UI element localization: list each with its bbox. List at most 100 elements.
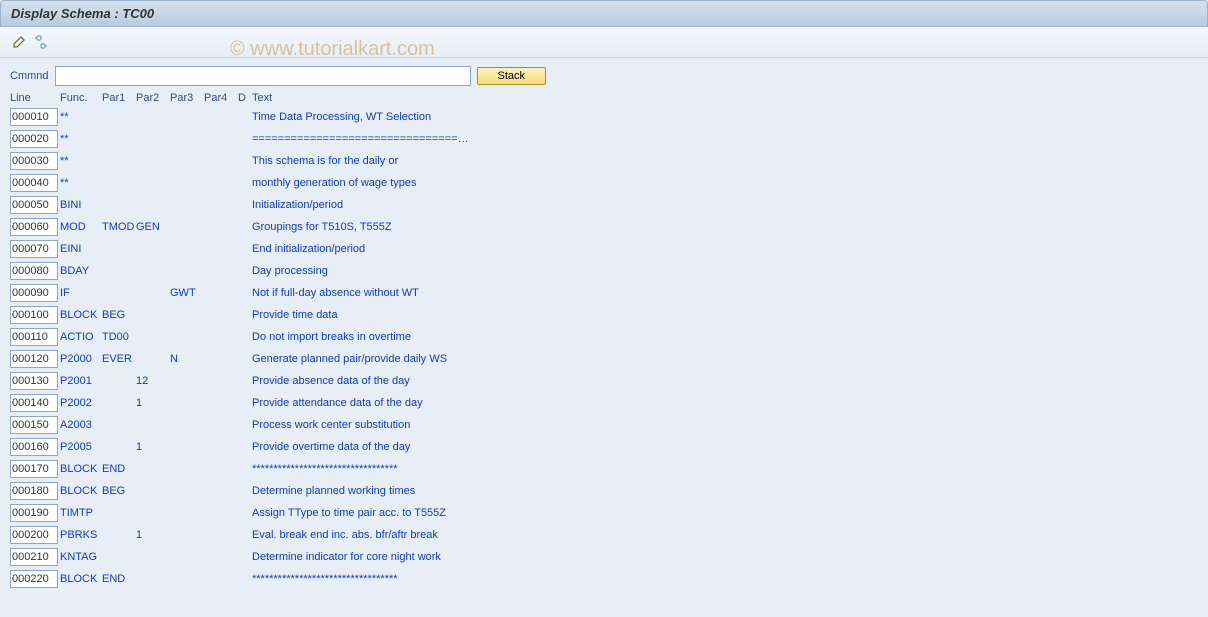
text-cell[interactable]: ********************************** [252,573,1198,585]
func-cell[interactable]: BLOCK [60,309,102,321]
line-input[interactable] [10,394,58,412]
text-cell[interactable]: Provide attendance data of the day [252,397,1198,409]
display-icon[interactable] [32,33,50,51]
line-input[interactable] [10,372,58,390]
text-cell[interactable]: Determine indicator for core night work [252,551,1198,563]
par3-cell[interactable]: N [170,353,204,365]
text-cell[interactable]: Groupings for T510S, T555Z [252,221,1198,233]
text-cell[interactable]: Provide absence data of the day [252,375,1198,387]
text-cell[interactable]: Not if full-day absence without WT [252,287,1198,299]
text-cell[interactable]: Determine planned working times [252,485,1198,497]
line-input[interactable] [10,526,58,544]
par2-cell[interactable]: 12 [136,375,170,387]
func-cell[interactable]: ** [60,133,102,145]
line-input[interactable] [10,416,58,434]
line-input[interactable] [10,438,58,456]
line-input[interactable] [10,152,58,170]
line-input[interactable] [10,108,58,126]
func-cell[interactable]: ** [60,155,102,167]
par2-cell[interactable]: 1 [136,397,170,409]
func-cell[interactable]: EINI [60,243,102,255]
text-cell[interactable]: End initialization/period [252,243,1198,255]
title-bar: Display Schema : TC00 [0,0,1208,27]
line-input[interactable] [10,284,58,302]
par1-cell[interactable]: END [102,463,136,475]
text-cell[interactable]: Day processing [252,265,1198,277]
line-input[interactable] [10,328,58,346]
line-input[interactable] [10,262,58,280]
line-input[interactable] [10,196,58,214]
par2-cell[interactable]: GEN [136,221,170,233]
table-row: MODTMODGEN Groupings for T510S, T555Z [10,216,1198,238]
func-cell[interactable]: ** [60,111,102,123]
table-row: P2000EVER N Generate planned pair/provide … [10,348,1198,370]
line-input[interactable] [10,548,58,566]
text-cell[interactable]: ********************************** [252,463,1198,475]
par1-cell[interactable]: BEG [102,485,136,497]
text-cell[interactable]: Assign TType to time pair acc. to T555Z [252,507,1198,519]
func-cell[interactable]: P2000 [60,353,102,365]
func-cell[interactable]: BINI [60,199,102,211]
func-cell[interactable]: A2003 [60,419,102,431]
line-cell [10,306,60,324]
line-input[interactable] [10,570,58,588]
func-cell[interactable]: P2005 [60,441,102,453]
table-row: BINI Initialization/period [10,194,1198,216]
table-row: ** This schema is for the daily or [10,150,1198,172]
par2-cell[interactable]: 1 [136,441,170,453]
line-input[interactable] [10,482,58,500]
line-input[interactable] [10,174,58,192]
line-input[interactable] [10,460,58,478]
line-input[interactable] [10,130,58,148]
stack-button[interactable]: Stack [477,67,547,85]
text-cell[interactable]: Initialization/period [252,199,1198,211]
page-title: Display Schema : TC00 [11,6,154,21]
text-cell[interactable]: Eval. break end inc. abs. bfr/aftr break [252,529,1198,541]
header-text: Text [252,92,1198,104]
par1-cell[interactable]: TD00 [102,331,136,343]
table-row: PBRKS 1 Eval. break end inc. abs. bfr/aftr… [10,524,1198,546]
text-cell[interactable]: This schema is for the daily or [252,155,1198,167]
par1-cell[interactable]: EVER [102,353,136,365]
toolbar [0,27,1208,58]
func-cell[interactable]: BLOCK [60,463,102,475]
line-input[interactable] [10,306,58,324]
text-cell[interactable]: monthly generation of wage types [252,177,1198,189]
text-cell[interactable]: Provide time data [252,309,1198,321]
par1-cell[interactable]: END [102,573,136,585]
func-cell[interactable]: ** [60,177,102,189]
func-cell[interactable]: IF [60,287,102,299]
par2-cell[interactable]: 1 [136,529,170,541]
func-cell[interactable]: BLOCK [60,485,102,497]
func-cell[interactable]: BLOCK [60,573,102,585]
text-cell[interactable]: Time Data Processing, WT Selection [252,111,1198,123]
line-input[interactable] [10,240,58,258]
text-cell[interactable]: Provide overtime data of the day [252,441,1198,453]
func-cell[interactable]: PBRKS [60,529,102,541]
line-input[interactable] [10,218,58,236]
change-icon[interactable] [10,33,28,51]
par1-cell[interactable]: TMOD [102,221,136,233]
text-cell[interactable]: Do not import breaks in overtime [252,331,1198,343]
func-cell[interactable]: ACTIO [60,331,102,343]
line-input[interactable] [10,504,58,522]
text-cell[interactable]: Generate planned pair/provide daily WS [252,353,1198,365]
func-cell[interactable]: P2002 [60,397,102,409]
table-row: EINI End initialization/period [10,238,1198,260]
par1-cell[interactable]: BEG [102,309,136,321]
table-row: ** Time Data Processing, WT Selection [10,106,1198,128]
func-cell[interactable]: KNTAG [60,551,102,563]
func-cell[interactable]: TIMTP [60,507,102,519]
header-par1: Par1 [102,92,136,104]
command-input[interactable] [55,66,471,86]
line-cell [10,526,60,544]
text-cell[interactable]: Process work center substitution [252,419,1198,431]
func-cell[interactable]: BDAY [60,265,102,277]
table-row: BLOCKBEG Determine planned working times [10,480,1198,502]
func-cell[interactable]: MOD [60,221,102,233]
line-cell [10,438,60,456]
line-input[interactable] [10,350,58,368]
func-cell[interactable]: P2001 [60,375,102,387]
par3-cell[interactable]: GWT [170,287,204,299]
text-cell[interactable]: ================================… [252,133,1198,145]
